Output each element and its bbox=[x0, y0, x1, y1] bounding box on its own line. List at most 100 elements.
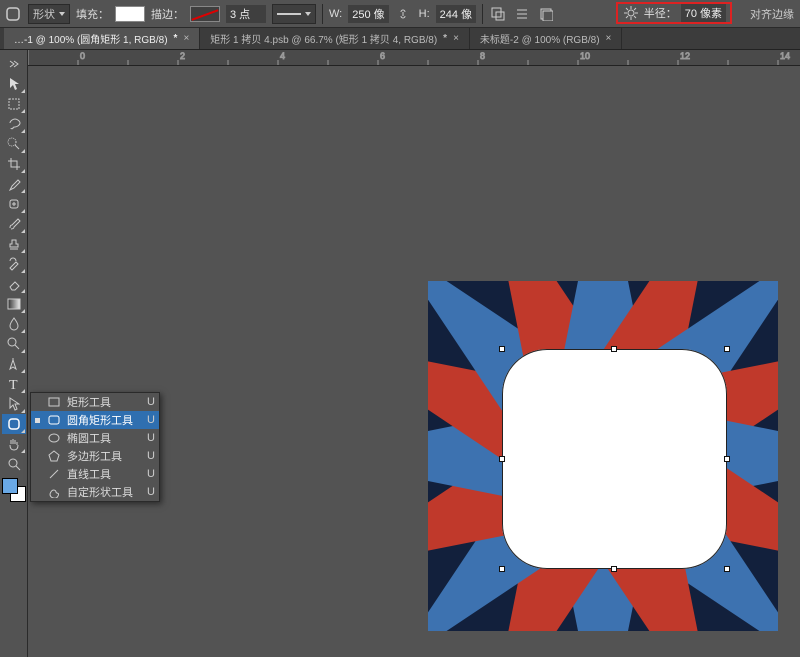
foreground-color-swatch[interactable] bbox=[2, 478, 18, 494]
path-combine-icon[interactable] bbox=[489, 5, 507, 23]
flyout-item-rounded-rectangle[interactable]: 圆角矩形工具 U bbox=[31, 411, 159, 429]
radius-field[interactable]: 70 像素 bbox=[681, 4, 726, 22]
flyout-shortcut: U bbox=[147, 414, 155, 426]
svg-text:T: T bbox=[9, 378, 18, 391]
brush-tool[interactable] bbox=[2, 214, 26, 234]
flyout-item-line[interactable]: 直线工具 U bbox=[31, 465, 159, 483]
flyout-shortcut: U bbox=[147, 396, 155, 408]
radius-label: 半径： bbox=[644, 5, 677, 21]
align-edges-label: 对齐边缘 bbox=[750, 6, 794, 22]
width-field[interactable]: 250 像 bbox=[348, 5, 388, 23]
transform-handle[interactable] bbox=[724, 346, 730, 352]
ruler-horizontal: 0 2 4 6 8 10 12 14 bbox=[28, 50, 800, 66]
svg-text:2: 2 bbox=[180, 51, 185, 61]
stroke-weight-field[interactable]: 3 点 bbox=[226, 5, 266, 23]
fill-label: 填充： bbox=[76, 6, 109, 22]
svg-text:14: 14 bbox=[780, 51, 790, 61]
shape-tool[interactable] bbox=[2, 414, 26, 434]
shape-mode-dropdown[interactable]: 形状 bbox=[28, 4, 70, 24]
chevron-down-icon bbox=[305, 12, 311, 16]
height-field[interactable]: 244 像 bbox=[436, 5, 476, 23]
collapse-icon[interactable] bbox=[2, 54, 26, 74]
line-icon bbox=[47, 468, 61, 480]
check-icon bbox=[35, 418, 40, 423]
flyout-item-polygon[interactable]: 多边形工具 U bbox=[31, 447, 159, 465]
svg-text:10: 10 bbox=[580, 51, 590, 61]
ellipse-icon bbox=[47, 432, 61, 444]
tab-label: …-1 @ 100% (圆角矩形 1, RGB/8) bbox=[14, 31, 168, 46]
shape-tool-flyout: 矩形工具 U 圆角矩形工具 U 椭圆工具 U 多边形工具 U 直线工具 U 自定… bbox=[30, 392, 160, 502]
transform-handle[interactable] bbox=[724, 456, 730, 462]
rounded-rectangle-icon bbox=[47, 414, 61, 426]
marquee-tool[interactable] bbox=[2, 94, 26, 114]
flyout-item-ellipse[interactable]: 椭圆工具 U bbox=[31, 429, 159, 447]
radius-highlight: 半径： 70 像素 bbox=[616, 2, 732, 24]
quick-select-tool[interactable] bbox=[2, 134, 26, 154]
gradient-tool[interactable] bbox=[2, 294, 26, 314]
flyout-shortcut: U bbox=[147, 486, 155, 498]
path-arrange-icon[interactable] bbox=[537, 5, 555, 23]
document-tab[interactable]: 未标题-2 @ 100% (RGB/8) × bbox=[470, 28, 622, 49]
type-tool[interactable]: T bbox=[2, 374, 26, 394]
flyout-item-rectangle[interactable]: 矩形工具 U bbox=[31, 393, 159, 411]
canvas-area[interactable] bbox=[28, 66, 800, 657]
lasso-tool[interactable] bbox=[2, 114, 26, 134]
stamp-tool[interactable] bbox=[2, 234, 26, 254]
rectangle-icon bbox=[47, 396, 61, 408]
close-icon[interactable]: × bbox=[606, 33, 612, 44]
document-tab[interactable]: …-1 @ 100% (圆角矩形 1, RGB/8) * × bbox=[4, 28, 200, 49]
close-icon[interactable]: × bbox=[453, 33, 459, 44]
flyout-label: 多边形工具 bbox=[67, 448, 122, 464]
svg-text:0: 0 bbox=[80, 51, 85, 61]
height-label: H: bbox=[419, 8, 430, 20]
gear-icon[interactable] bbox=[622, 4, 640, 22]
transform-handle[interactable] bbox=[499, 346, 505, 352]
healing-tool[interactable] bbox=[2, 194, 26, 214]
flyout-item-custom-shape[interactable]: 自定形状工具 U bbox=[31, 483, 159, 501]
stroke-swatch[interactable] bbox=[190, 6, 220, 22]
hand-tool[interactable] bbox=[2, 434, 26, 454]
shape-mode-label: 形状 bbox=[33, 6, 55, 22]
svg-text:4: 4 bbox=[280, 51, 285, 61]
tab-dirty-indicator: * bbox=[174, 33, 178, 44]
fill-swatch[interactable] bbox=[115, 6, 145, 22]
close-icon[interactable]: × bbox=[183, 33, 189, 44]
svg-text:6: 6 bbox=[380, 51, 385, 61]
eraser-tool[interactable] bbox=[2, 274, 26, 294]
eyedropper-tool[interactable] bbox=[2, 174, 26, 194]
flyout-shortcut: U bbox=[147, 450, 155, 462]
flyout-shortcut: U bbox=[147, 432, 155, 444]
pen-tool[interactable] bbox=[2, 354, 26, 374]
stroke-style-dropdown[interactable] bbox=[272, 4, 316, 24]
custom-shape-icon bbox=[47, 486, 61, 498]
dodge-tool[interactable] bbox=[2, 334, 26, 354]
flyout-label: 椭圆工具 bbox=[67, 430, 111, 446]
align-edges-check[interactable]: 对齐边缘 bbox=[750, 0, 794, 28]
flyout-label: 直线工具 bbox=[67, 466, 111, 482]
flyout-label: 自定形状工具 bbox=[67, 484, 133, 500]
toolbox: T bbox=[0, 50, 28, 657]
path-align-icon[interactable] bbox=[513, 5, 531, 23]
transform-handle[interactable] bbox=[611, 566, 617, 572]
document-tab-bar: …-1 @ 100% (圆角矩形 1, RGB/8) * × 矩形 1 拷贝 4… bbox=[0, 28, 800, 50]
transform-handle[interactable] bbox=[724, 566, 730, 572]
flyout-shortcut: U bbox=[147, 468, 155, 480]
polygon-icon bbox=[47, 450, 61, 462]
transform-handle[interactable] bbox=[499, 456, 505, 462]
blur-tool[interactable] bbox=[2, 314, 26, 334]
move-tool[interactable] bbox=[2, 74, 26, 94]
transform-handle[interactable] bbox=[611, 346, 617, 352]
history-brush-tool[interactable] bbox=[2, 254, 26, 274]
path-select-tool[interactable] bbox=[2, 394, 26, 414]
shape-selection-outline bbox=[502, 349, 727, 569]
color-swatches[interactable] bbox=[2, 478, 26, 502]
crop-tool[interactable] bbox=[2, 154, 26, 174]
document-tab[interactable]: 矩形 1 拷贝 4.psb @ 66.7% (矩形 1 拷贝 4, RGB/8)… bbox=[200, 28, 470, 49]
transform-handle[interactable] bbox=[499, 566, 505, 572]
zoom-tool[interactable] bbox=[2, 454, 26, 474]
tab-label: 未标题-2 @ 100% (RGB/8) bbox=[480, 31, 600, 46]
width-label: W: bbox=[329, 8, 342, 20]
separator bbox=[322, 4, 323, 24]
shape-tool-icon bbox=[4, 5, 22, 23]
link-icon[interactable] bbox=[395, 5, 413, 23]
